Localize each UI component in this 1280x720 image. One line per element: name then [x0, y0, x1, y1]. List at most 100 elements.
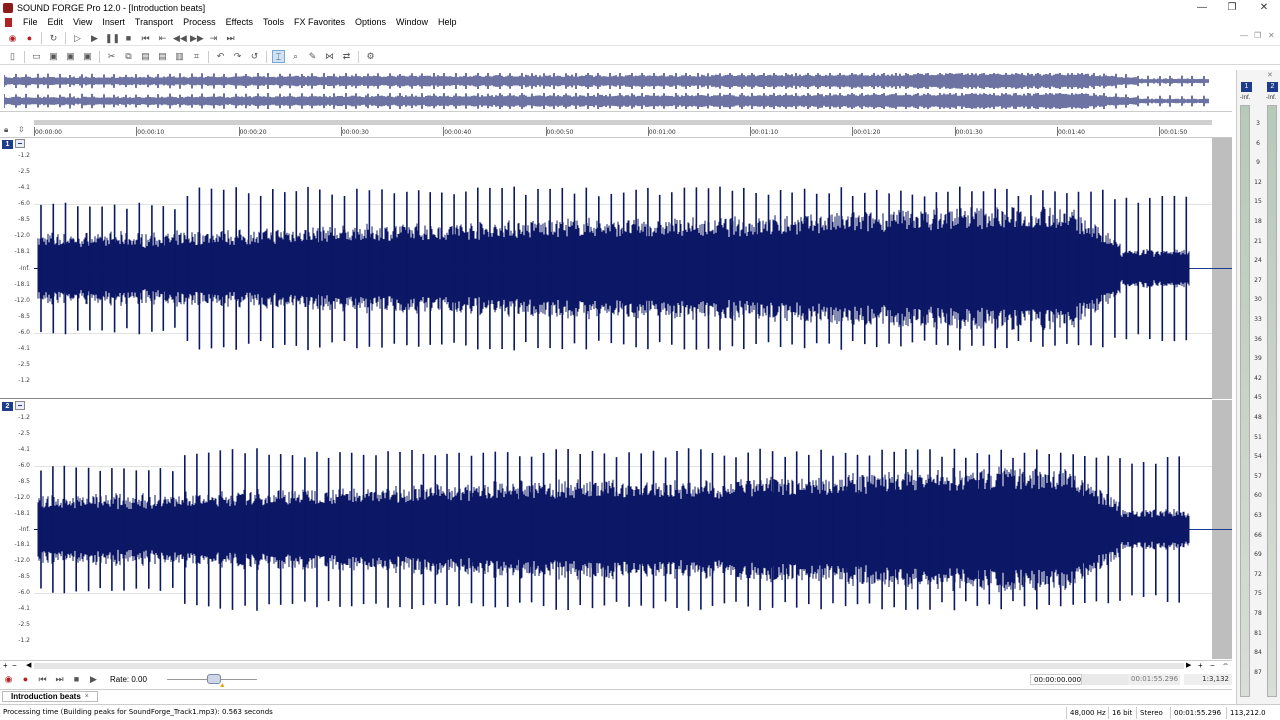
record-icon[interactable]: ● — [23, 32, 36, 45]
menu-help[interactable]: Help — [433, 15, 462, 29]
zoom-fit-icon[interactable]: ⇔ — [1222, 661, 1229, 668]
meter-channel-1-badge[interactable]: 1 — [1241, 82, 1252, 92]
save-as-icon[interactable]: ▣ — [64, 50, 77, 63]
ruler-time-label: 00:00:30 — [341, 129, 369, 136]
go-to-start-icon[interactable]: ⏮ — [139, 32, 152, 45]
next-icon[interactable]: ⇥ — [207, 32, 220, 45]
lock-icon[interactable]: 🔒︎ — [4, 125, 8, 135]
meter-channel-2-peak: -Inf. — [1266, 95, 1277, 101]
repeat-icon[interactable]: ↺ — [248, 50, 261, 63]
ruler-time-label: 00:00:00 — [35, 129, 62, 136]
meter-channel-1-bar — [1240, 105, 1250, 697]
playback-rate-label: Rate: 0.00 — [110, 674, 147, 684]
overview-channel-2 — [4, 93, 1209, 109]
paste-icon[interactable]: ▤ — [139, 50, 152, 63]
horizontal-scroll-track[interactable] — [34, 663, 1184, 669]
play-icon[interactable]: ▶ — [88, 32, 101, 45]
time-ruler[interactable]: 🔒︎ ⇳ 00:00:00 00:00:10 00:00:20 00:00:30 00:… — [0, 120, 1232, 138]
menu-options[interactable]: Options — [350, 15, 391, 29]
redo-icon[interactable]: ↷ — [231, 50, 244, 63]
mix-icon[interactable]: ▤ — [156, 50, 169, 63]
event-tool-icon[interactable]: ⇄ — [340, 50, 353, 63]
time-zoom-out-icon[interactable]: − — [1210, 661, 1215, 670]
zoom-ratio-field[interactable]: 1:3,132 — [1184, 674, 1232, 685]
channel-2-waveform[interactable] — [34, 400, 1212, 659]
meter-scale-label: 54 — [1254, 453, 1262, 461]
minimize-button[interactable]: — — [1188, 0, 1216, 15]
menu-file[interactable]: File — [18, 15, 43, 29]
menu-process[interactable]: Process — [178, 15, 221, 29]
meters-close-icon[interactable]: ✕ — [1267, 71, 1273, 79]
channel-1-track[interactable]: 1 -1.2 -2.5 -4.1 -6.0 -8.5 -12.0 -18.1 -Inf. -18… — [0, 138, 1232, 399]
document-tab[interactable]: Introduction beats × — [2, 691, 98, 702]
zoom-out-icon[interactable]: − — [12, 661, 17, 670]
zoom-in-icon[interactable]: + — [3, 661, 8, 670]
ruler-selection-strip[interactable] — [34, 120, 1212, 125]
scroll-left-icon[interactable]: ◀ — [26, 661, 31, 669]
previous-icon[interactable]: ⇤ — [156, 32, 169, 45]
envelope-tool-icon[interactable]: ⋈ — [323, 50, 336, 63]
document-icon[interactable] — [5, 17, 12, 27]
menu-window[interactable]: Window — [391, 15, 433, 29]
status-bar: Processing time (Building peaks for Soun… — [0, 704, 1280, 720]
menu-edit[interactable]: Edit — [43, 15, 69, 29]
meter-scale-label: 69 — [1254, 551, 1262, 559]
channel-2-track[interactable]: 2 -1.2 -2.5 -4.1 -6.0 -8.5 -12.0 -18.1 -Inf. -18… — [0, 400, 1232, 659]
channel-1-minimize-button[interactable] — [15, 139, 25, 148]
save-icon[interactable]: ▣ — [47, 50, 60, 63]
rewind-icon[interactable]: ◀◀ — [173, 32, 187, 45]
menu-insert[interactable]: Insert — [97, 15, 130, 29]
doc-go-to-start-icon[interactable]: ⏮ — [36, 673, 49, 686]
play-all-icon[interactable]: ▷ — [71, 32, 84, 45]
menu-effects[interactable]: Effects — [221, 15, 258, 29]
doc-play-icon[interactable]: ▶ — [87, 673, 100, 686]
menu-fx-favorites[interactable]: FX Favorites — [289, 15, 350, 29]
db-scale-label: -2.5 — [18, 168, 30, 176]
pencil-tool-icon[interactable]: ✎ — [306, 50, 319, 63]
meter-scale-label: 51 — [1254, 433, 1262, 441]
overview-waveform[interactable] — [0, 70, 1232, 112]
forward-icon[interactable]: ▶▶ — [190, 32, 204, 45]
doc-go-to-end-icon[interactable]: ⏭ — [53, 673, 66, 686]
selection-start-field[interactable]: 00:00:00.000 — [1030, 674, 1082, 685]
doc-record-arm-icon[interactable]: ◉ — [2, 673, 15, 686]
time-zoom-in-icon[interactable]: + — [1198, 661, 1203, 670]
copy-icon[interactable]: ⧉ — [122, 50, 135, 63]
stop-icon[interactable]: ■ — [122, 32, 135, 45]
playback-rate-slider[interactable]: ▲ — [166, 674, 257, 689]
plugin-chainer-icon[interactable]: ⚙ — [364, 50, 377, 63]
trim-icon[interactable]: ⌗ — [190, 50, 203, 63]
new-icon[interactable]: ▯ — [6, 50, 19, 63]
go-to-end-icon[interactable]: ⏭ — [224, 32, 237, 45]
crop-icon[interactable]: ▥ — [173, 50, 186, 63]
scroll-right-icon[interactable]: ▶ — [1186, 661, 1191, 669]
document-tab-close-icon[interactable]: × — [85, 692, 89, 702]
close-button[interactable]: ✕ — [1250, 0, 1278, 15]
record-arm-icon[interactable]: ◉ — [6, 32, 19, 45]
maximize-button[interactable]: ❐ — [1218, 0, 1246, 15]
edit-tool-icon[interactable]: ⌶ — [272, 50, 285, 63]
open-icon[interactable]: ▭ — [30, 50, 43, 63]
pause-icon[interactable]: ❚❚ — [105, 32, 120, 45]
selection-end-field[interactable]: 00:01:55.296 — [1128, 674, 1180, 685]
undo-icon[interactable]: ↶ — [214, 50, 227, 63]
ruler-time-label: 00:01:10 — [751, 129, 779, 136]
channel-1-waveform[interactable] — [34, 138, 1212, 399]
loop-icon[interactable]: ↻ — [47, 32, 60, 45]
db-scale-label: -1.2 — [18, 414, 30, 421]
menu-tools[interactable]: Tools — [258, 15, 289, 29]
cut-icon[interactable]: ✂ — [105, 50, 118, 63]
menu-transport[interactable]: Transport — [130, 15, 178, 29]
db-scale-label: -6.0 — [18, 200, 30, 208]
doc-record-icon[interactable]: ● — [19, 673, 32, 686]
meter-channel-2-badge[interactable]: 2 — [1267, 82, 1278, 92]
horizontal-scrollbar[interactable]: + − ◀ ▶ + − ⇔ — [0, 660, 1232, 670]
window-title: SOUND FORGE Pro 12.0 - [Introduction bea… — [17, 2, 206, 13]
menu-view[interactable]: View — [68, 15, 97, 29]
magnify-tool-icon[interactable]: ⌕ — [289, 50, 302, 63]
doc-stop-icon[interactable]: ■ — [70, 673, 83, 686]
channel-2-minimize-button[interactable] — [15, 401, 25, 410]
save-all-icon[interactable]: ▣ — [81, 50, 94, 63]
selection-spacer-field — [1082, 674, 1128, 685]
snap-icon[interactable]: ⇳ — [18, 125, 25, 134]
